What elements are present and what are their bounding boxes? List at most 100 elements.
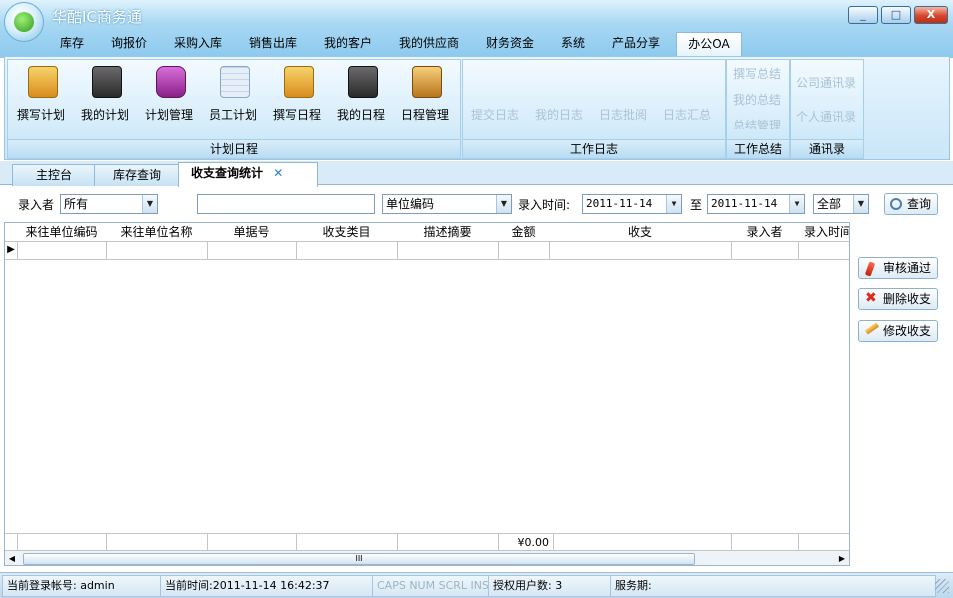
schedule-manage-button[interactable]: 日程管理	[394, 64, 456, 124]
approve-button[interactable]: 审核通过	[858, 257, 938, 279]
table-cell[interactable]	[397, 241, 499, 260]
chevron-down-icon: ▼	[853, 195, 868, 213]
date-from-value: 2011-11-14	[586, 197, 653, 210]
status-login: 当前登录帐号: admin	[2, 575, 162, 597]
log-summary-button[interactable]: 日志汇总	[655, 64, 719, 124]
menu-item-customers[interactable]: 我的客户	[314, 32, 382, 54]
document-tabs: 主控台 库存查询 收支查询统计 ✕	[0, 161, 953, 187]
staff-plan-button[interactable]: 员工计划	[202, 64, 264, 124]
delete-record-button[interactable]: ✖ 删除收支	[858, 288, 938, 310]
menu-item-quotes[interactable]: 询报价	[100, 32, 158, 54]
plan-manage-label: 计划管理	[144, 108, 193, 122]
ribbon-group-log: 提交日志 我的日志 日志批阅 日志汇总 工作日志	[462, 59, 726, 159]
menu-item-inventory[interactable]: 库存	[52, 32, 92, 54]
my-log-button[interactable]: 我的日志	[527, 64, 591, 124]
edit-record-label: 修改收支	[883, 324, 932, 338]
to-label: 至	[690, 198, 703, 212]
review-log-button[interactable]: 日志批阅	[591, 64, 655, 124]
ribbon-group-plan: 撰写计划 我的计划 计划管理 员工计划 撰写日程 我的日程 日程管理 计划日程	[7, 59, 461, 159]
tab-dashboard[interactable]: 主控台	[12, 164, 96, 186]
ribbon-group-summary: 撰写总结 我的总结 总结管理 工作总结	[726, 59, 790, 159]
entrant-label: 录入者	[18, 198, 55, 212]
date-to-picker[interactable]: 2011-11-14 ▼	[707, 194, 805, 214]
search-icon	[890, 198, 902, 210]
column-header-amount[interactable]: 金额	[498, 223, 550, 242]
ribbon-group-plan-title: 计划日程	[8, 139, 460, 158]
pencil-icon	[864, 322, 880, 335]
column-header-partner-name[interactable]: 来往单位名称	[106, 223, 208, 242]
table-cell[interactable]	[731, 241, 799, 260]
column-header-direction[interactable]: 收支	[549, 223, 732, 242]
field-select[interactable]: 单位编码 ▼	[382, 194, 512, 214]
table-cell[interactable]	[296, 241, 398, 260]
ribbon-group-log-title: 工作日志	[463, 139, 725, 158]
scroll-thumb[interactable]: III	[23, 553, 695, 565]
table-cell[interactable]	[798, 241, 849, 260]
table-cell[interactable]	[498, 241, 550, 260]
date-from-picker[interactable]: 2011-11-14 ▼	[582, 194, 682, 214]
keyword-input[interactable]	[197, 194, 375, 214]
scope-select-value: 全部	[817, 197, 842, 211]
menu-item-system[interactable]: 系统	[552, 32, 594, 54]
menu-item-product-share[interactable]: 产品分享	[602, 32, 670, 54]
close-button[interactable]: X	[914, 6, 948, 24]
plan-manage-button[interactable]: 计划管理	[138, 64, 200, 124]
ribbon-group-contacts-title: 通讯录	[791, 139, 863, 158]
status-keys: CAPS NUM SCRL INS	[372, 575, 490, 597]
tab-close-icon[interactable]: ✕	[273, 166, 283, 180]
menu-item-office-oa[interactable]: 办公OA	[676, 32, 742, 57]
data-grid[interactable]: 来往单位编码 来往单位名称 单据号 收支类目 描述摘要 金额 收支 录入者 录入…	[4, 222, 850, 566]
entrant-select[interactable]: 所有 ▼	[60, 194, 158, 214]
table-cell[interactable]	[106, 241, 208, 260]
submit-log-button[interactable]: 提交日志	[463, 64, 527, 124]
column-header-partner-code[interactable]: 来往单位编码	[17, 223, 107, 242]
tab-income-expense-stats-label: 收支查询统计	[191, 166, 264, 180]
resize-grip-icon[interactable]	[935, 579, 949, 593]
scroll-right-icon[interactable]: ▶	[837, 553, 847, 565]
table-cell[interactable]	[549, 241, 732, 260]
tab-inventory-query[interactable]: 库存查询	[94, 164, 180, 186]
horizontal-scrollbar[interactable]: ◀ III ▶	[5, 550, 849, 565]
column-header-entry-time[interactable]: 录入时间	[798, 223, 849, 242]
write-summary-button[interactable]: 撰写总结	[727, 65, 787, 82]
summary-manage-button[interactable]: 总结管理	[727, 117, 787, 129]
table-cell[interactable]	[207, 241, 297, 260]
write-plan-button[interactable]: 撰写计划	[10, 64, 72, 124]
time-label: 录入时间:	[518, 198, 571, 212]
write-plan-label: 撰写计划	[16, 108, 65, 122]
minimize-button[interactable]: _	[848, 6, 878, 24]
column-header-category[interactable]: 收支类目	[296, 223, 398, 242]
edit-record-button[interactable]: 修改收支	[858, 320, 938, 342]
menu-item-suppliers[interactable]: 我的供应商	[390, 32, 468, 54]
column-header-document-no[interactable]: 单据号	[207, 223, 297, 242]
ribbon-group-summary-title: 工作总结	[727, 139, 789, 158]
ribbon: 撰写计划 我的计划 计划管理 员工计划 撰写日程 我的日程 日程管理 计划日程	[4, 56, 950, 160]
table-cell[interactable]	[17, 241, 107, 260]
submit-log-label: 提交日志	[470, 108, 519, 122]
column-header-entrant[interactable]: 录入者	[731, 223, 799, 242]
query-button[interactable]: 查询	[884, 193, 938, 215]
chevron-down-icon: ▼	[666, 195, 681, 213]
my-plan-button[interactable]: 我的计划	[74, 64, 136, 124]
chevron-down-icon: ▼	[142, 195, 157, 213]
column-header-description[interactable]: 描述摘要	[397, 223, 499, 242]
menu-item-finance[interactable]: 财务资金	[476, 32, 544, 54]
delete-record-label: 删除收支	[883, 292, 932, 306]
chevron-down-icon: ▼	[789, 195, 804, 213]
my-summary-button[interactable]: 我的总结	[727, 91, 787, 108]
my-schedule-button[interactable]: 我的日程	[330, 64, 392, 124]
entrant-select-value: 所有	[64, 197, 89, 211]
scroll-left-icon[interactable]: ◀	[7, 553, 17, 565]
write-schedule-label: 撰写日程	[272, 108, 321, 122]
write-schedule-button[interactable]: 撰写日程	[266, 64, 328, 124]
menu-item-sales[interactable]: 销售出库	[240, 32, 306, 54]
maximize-button[interactable]: □	[881, 6, 911, 24]
personal-contacts-button[interactable]: 个人通讯录	[791, 108, 861, 125]
tab-income-expense-stats[interactable]: 收支查询统计 ✕	[178, 162, 318, 187]
review-log-label: 日志批阅	[598, 108, 647, 122]
chevron-down-icon: ▼	[496, 195, 511, 213]
company-contacts-button[interactable]: 公司通讯录	[791, 74, 861, 91]
scope-select[interactable]: 全部 ▼	[813, 194, 869, 214]
menu-item-purchase[interactable]: 采购入库	[166, 32, 230, 54]
my-plan-label: 我的计划	[80, 108, 129, 122]
